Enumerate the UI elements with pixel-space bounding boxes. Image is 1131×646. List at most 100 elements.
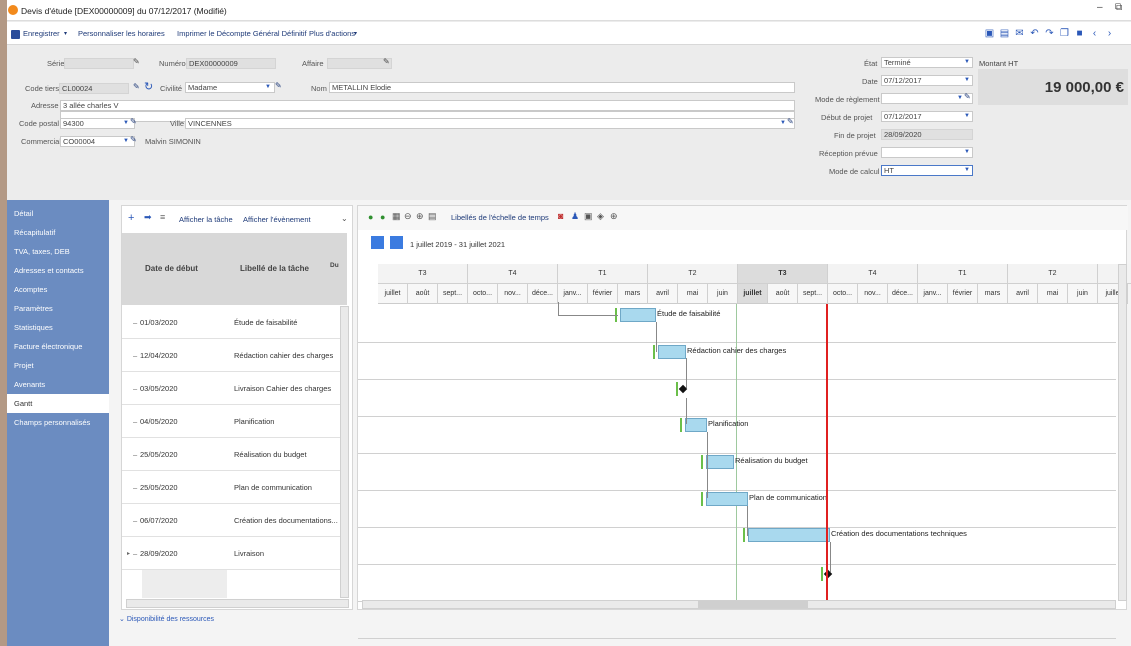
search-icon[interactable]: ⊕	[610, 211, 618, 222]
col-duration[interactable]: Du	[330, 262, 339, 269]
table-row[interactable]: –25/05/2020 Réalisation du budget	[122, 438, 347, 471]
task-bar[interactable]	[748, 528, 830, 542]
ville-dropdown-icon[interactable]: ▼	[780, 120, 786, 126]
mail-icon[interactable]: ✉	[1014, 28, 1025, 39]
commercial-edit-icon[interactable]: ✎	[130, 135, 137, 144]
task-bar[interactable]	[658, 345, 686, 359]
civilite-dropdown-icon[interactable]: ▼	[265, 84, 271, 90]
print-final-button[interactable]: Imprimer le Décompte Général Définitif	[177, 29, 307, 38]
zoom-out-icon[interactable]: ⊖	[404, 211, 412, 222]
redo-icon[interactable]: ↷	[1044, 28, 1055, 39]
refresh-icon[interactable]: ↻	[144, 80, 153, 93]
calcul-dropdown-icon[interactable]: ▼	[964, 167, 970, 173]
sidebar-item-statistiques[interactable]: Statistiques	[7, 318, 109, 337]
sidebar-item-acomptes[interactable]: Acomptes	[7, 280, 109, 299]
sidebar-item-facture[interactable]: Facture électronique	[7, 337, 109, 356]
print-icon[interactable]: ▣	[984, 28, 995, 39]
show-event-button[interactable]: Afficher l'évènement	[243, 215, 311, 224]
table-row[interactable]: –12/04/2020 Rédaction cahier des charges	[122, 339, 347, 372]
resources-icon[interactable]: ♟	[571, 211, 579, 222]
etat-dropdown-icon[interactable]: ▼	[964, 59, 970, 65]
sidebar-item-avenants[interactable]: Avenants	[7, 375, 109, 394]
table-row[interactable]: –25/05/2020 Plan de communication	[122, 471, 347, 504]
code-tiers-edit-icon[interactable]: ✎	[133, 82, 140, 91]
minimize-icon[interactable]: –	[1097, 2, 1103, 13]
delete-icon[interactable]: ■	[1074, 28, 1085, 39]
sidebar-item-adresses[interactable]: Adresses et contacts	[7, 261, 109, 280]
etat-select[interactable]: Terminé	[881, 57, 973, 68]
debut-field[interactable]: 07/12/2017	[881, 111, 973, 122]
scale-labels-button[interactable]: Libellés de l'échelle de temps	[451, 213, 549, 222]
zoom-out-circle-icon[interactable]: ●	[368, 212, 373, 222]
critical-path-icon[interactable]: ◙	[558, 211, 563, 221]
code-tiers-field[interactable]: CL00024	[59, 83, 129, 94]
next-icon[interactable]: ›	[1104, 28, 1115, 39]
col-start-date[interactable]: Date de début	[145, 264, 198, 273]
zoom-in-circle-icon[interactable]: ●	[380, 212, 385, 222]
table-row[interactable]: –01/03/2020 Étude de faisabilité	[122, 306, 347, 339]
gantt-scroll-thumb[interactable]	[698, 601, 808, 608]
sidebar-item-projet[interactable]: Projet	[7, 356, 109, 375]
copy-icon[interactable]: ❐	[1059, 28, 1070, 39]
reception-field[interactable]	[881, 147, 973, 158]
print-gantt-icon[interactable]: ▣	[584, 211, 593, 222]
restore-icon[interactable]: ⧉	[1115, 2, 1122, 13]
sidebar-item-parametres[interactable]: Paramètres	[7, 299, 109, 318]
calcul-select[interactable]: HT	[881, 165, 973, 176]
nom-field[interactable]: METALLIN Elodie	[329, 82, 795, 93]
serie-edit-icon[interactable]: ✎	[133, 57, 140, 66]
previous-icon[interactable]: ‹	[1089, 28, 1100, 39]
adresse-field[interactable]: 3 allée charles V	[60, 100, 795, 111]
reglement-edit-icon[interactable]: ✎	[964, 92, 971, 101]
document-icon[interactable]: ▤	[999, 28, 1010, 39]
cp-dropdown-icon[interactable]: ▼	[123, 120, 129, 126]
reglement-dropdown-icon[interactable]: ▼	[957, 95, 963, 101]
custom-hours-button[interactable]: Personnaliser les horaires	[78, 29, 165, 38]
table-row[interactable]: –04/05/2020 Planification	[122, 405, 347, 438]
task-bar[interactable]	[706, 492, 748, 506]
date-field[interactable]: 07/12/2017	[881, 75, 973, 86]
calendar-icon[interactable]: ▤	[428, 211, 437, 222]
ville-edit-icon[interactable]: ✎	[787, 117, 794, 126]
add-icon[interactable]: +	[128, 212, 134, 224]
sidebar-item-gantt[interactable]: Gantt	[7, 394, 109, 413]
gantt-vertical-scrollbar[interactable]	[1118, 264, 1127, 601]
row-expander-icon[interactable]: ▸	[127, 550, 130, 557]
more-actions-dropdown-icon[interactable]: ▾	[354, 30, 357, 37]
civilite-select[interactable]: Madame	[185, 82, 275, 93]
fit-icon[interactable]: ◈	[597, 211, 604, 222]
show-task-button[interactable]: Afficher la tâche	[179, 215, 233, 224]
sidebar-item-champs[interactable]: Champs personnalisés	[7, 413, 109, 432]
task-bar[interactable]	[685, 418, 707, 432]
grid-vertical-scrollbar[interactable]	[340, 306, 349, 598]
grid-horizontal-scrollbar[interactable]	[126, 599, 349, 608]
next-period-button[interactable]	[390, 236, 403, 249]
save-button[interactable]: Enregistrer	[23, 29, 60, 38]
task-bar[interactable]	[620, 308, 656, 322]
list-icon[interactable]: ≡	[160, 212, 165, 222]
sidebar-item-recapitulatif[interactable]: Récapitulatif	[7, 223, 109, 242]
sidebar-item-tva[interactable]: TVA, taxes, DEB	[7, 242, 109, 261]
date-dropdown-icon[interactable]: ▼	[964, 77, 970, 83]
col-task-label[interactable]: Libellé de la tâche	[240, 264, 309, 273]
save-icon[interactable]	[11, 30, 20, 39]
undo-icon[interactable]: ↶	[1029, 28, 1040, 39]
serie-field[interactable]	[64, 58, 134, 69]
save-dropdown-icon[interactable]: ▾	[64, 30, 67, 37]
debut-dropdown-icon[interactable]: ▼	[964, 113, 970, 119]
chevron-down-icon[interactable]: ⌄	[341, 214, 348, 223]
cp-edit-icon[interactable]: ✎	[130, 117, 137, 126]
task-bar[interactable]	[706, 455, 734, 469]
table-row[interactable]: –06/07/2020 Création des documentations..…	[122, 504, 347, 537]
affaire-edit-icon[interactable]: ✎	[383, 57, 390, 66]
civilite-edit-icon[interactable]: ✎	[275, 81, 282, 90]
numero-field[interactable]: DEX00000009	[186, 58, 276, 69]
sidebar-item-detail[interactable]: Détail	[7, 204, 109, 223]
grid-icon[interactable]: ▦	[392, 211, 401, 222]
move-icon[interactable]: ➡	[144, 212, 152, 223]
table-row[interactable]: –03/05/2020 Livraison Cahier des charges	[122, 372, 347, 405]
previous-period-button[interactable]	[371, 236, 384, 249]
more-actions-button[interactable]: Plus d'actions	[309, 29, 355, 38]
resources-toggle[interactable]: ⌄ Disponibilité des ressources	[119, 615, 214, 623]
reception-dropdown-icon[interactable]: ▼	[964, 149, 970, 155]
